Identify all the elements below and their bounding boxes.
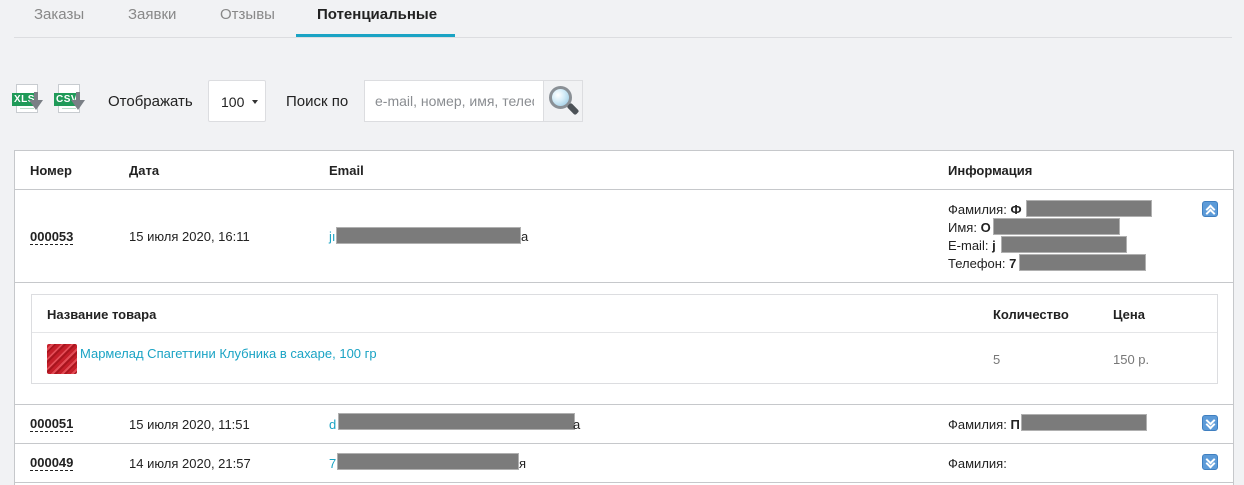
order-date: 15 июля 2020, 11:51 [129,417,250,432]
products-header: Название товара Количество Цена [32,295,1217,333]
magnifier-handle [566,102,580,116]
divider [15,404,1233,405]
info-name: Имя: O [948,220,991,235]
order-number-link[interactable]: 000053 [30,230,74,245]
header-number: Номер [30,163,72,178]
email-end: я [519,456,527,471]
divider [15,443,1233,444]
tabs-bar: Заказы Заявки Отзывы Потенциальные [14,0,1232,38]
divider [15,482,1233,483]
info-surname: Фамилия: Ф [948,202,1022,217]
header-product-name: Название товара [47,307,157,322]
download-arrow-icon [71,92,85,110]
header-email: Email [329,163,364,178]
divider [15,189,1233,190]
redaction-box [1019,254,1146,271]
redaction-box [1026,200,1152,217]
potential-orders-table: Номер Дата Email Информация 000053 15 ию… [14,150,1234,485]
product-quantity: 5 [993,352,1001,367]
info-surname: Фамилия: [948,456,1007,471]
show-count-select[interactable]: 100 [208,80,266,122]
redaction-box [337,453,519,470]
product-thumbnail[interactable] [47,344,77,374]
email-link-start[interactable]: 7 [329,456,336,471]
info-phone: Телефон: 7 [948,256,1017,271]
collapse-row-icon[interactable] [1202,201,1218,217]
export-xls-button[interactable]: XLS [12,84,46,120]
order-date: 14 июля 2020, 21:57 [129,456,251,471]
show-count-value: 100 [221,94,245,110]
header-date: Дата [129,163,160,178]
email-link-start[interactable]: jı [329,229,336,244]
email-end: a [521,229,529,244]
show-count-label: Отображать [108,93,193,110]
caret-down-icon [252,100,258,104]
header-price: Цена [1113,307,1145,322]
tab-orders[interactable]: Заказы [34,6,84,38]
order-products-panel: Название товара Количество Цена Мармелад… [31,294,1218,384]
order-date: 15 июля 2020, 16:11 [129,229,250,244]
search-button[interactable] [543,80,583,122]
email-end: a [573,417,581,432]
redaction-box [1001,236,1127,253]
download-arrow-icon [29,92,43,110]
expand-row-icon[interactable] [1202,454,1218,470]
export-csv-button[interactable]: CSV [54,84,88,120]
redaction-box [338,413,575,430]
product-link[interactable]: Мармелад Спагеттини Клубника в сахаре, 1… [80,346,377,361]
active-tab-indicator [296,34,455,37]
tab-requests[interactable]: Заявки [128,6,176,38]
header-info: Информация [948,163,1033,178]
email-link-start[interactable]: d [329,417,336,432]
header-quantity: Количество [993,307,1069,322]
redaction-box [993,218,1120,235]
expand-row-icon[interactable] [1202,415,1218,431]
order-number-link[interactable]: 000051 [30,417,74,432]
divider [15,282,1233,283]
search-label: Поиск по [286,93,349,110]
info-email: E-mail: j [948,238,996,253]
redaction-box [336,227,521,244]
info-surname: Фамилия: П [948,417,1020,432]
tab-reviews[interactable]: Отзывы [220,6,275,38]
order-number-link[interactable]: 000049 [30,456,74,471]
search-input[interactable] [364,80,544,122]
product-price: 150 р. [1113,352,1150,367]
redaction-box [1021,414,1147,431]
